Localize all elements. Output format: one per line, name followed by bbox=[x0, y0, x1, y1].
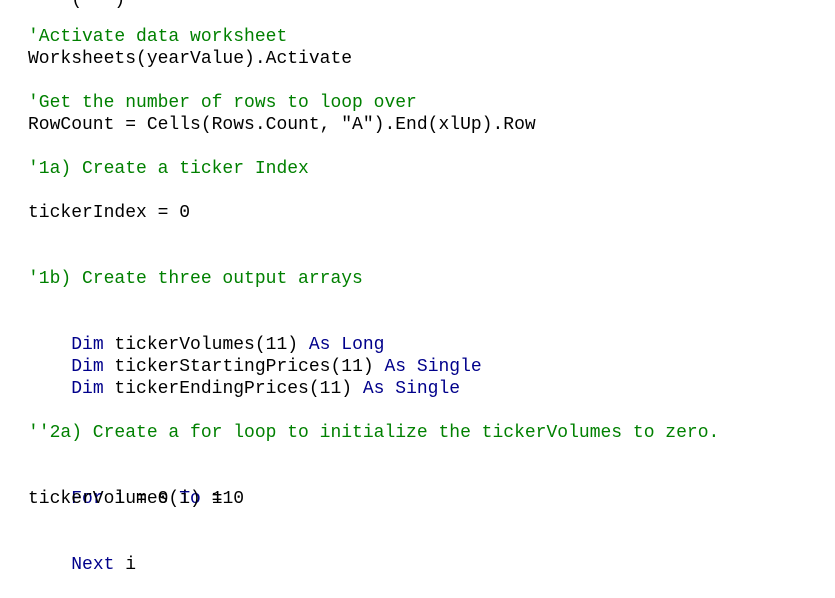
loop-var: i bbox=[114, 555, 137, 575]
code-line-init-volume: tickerVolumes(i) = 0 bbox=[28, 489, 245, 509]
clipped-code-line: ( ) bbox=[28, 0, 126, 10]
keyword-as-single: As Single bbox=[362, 379, 461, 399]
comment-activate-worksheet: 'Activate data worksheet bbox=[28, 27, 288, 47]
comment-get-rows: 'Get the number of rows to loop over bbox=[28, 93, 417, 113]
keyword-next: Next bbox=[71, 555, 115, 575]
code-line-dim-starting: Dim tickerStartingPrices(11) As Single bbox=[28, 334, 481, 377]
comment-1b: '1b) Create three output arrays bbox=[28, 269, 363, 289]
comment-2a: ''2a) Create a for loop to initialize th… bbox=[28, 423, 720, 443]
code-line-rowcount: RowCount = Cells(Rows.Count, "A").End(xl… bbox=[28, 115, 536, 135]
keyword-dim: Dim bbox=[71, 379, 104, 399]
identifier: tickerEndingPrices(11) bbox=[103, 379, 363, 399]
code-line-dim-ending: Dim tickerEndingPrices(11) As Single bbox=[28, 356, 460, 399]
code-line-next: Next i bbox=[28, 532, 136, 575]
code-line-tickerindex: tickerIndex = 0 bbox=[28, 203, 191, 223]
code-line-for: For i = 0 To 11 bbox=[28, 466, 233, 509]
code-editor[interactable]: ( ) 'Activate data worksheet Worksheets(… bbox=[28, 0, 828, 575]
code-line-dim-volumes: Dim tickerVolumes(11) As Long bbox=[28, 312, 384, 355]
comment-1a: '1a) Create a ticker Index bbox=[28, 159, 309, 179]
code-line-activate: Worksheets(yearValue).Activate bbox=[28, 49, 353, 69]
